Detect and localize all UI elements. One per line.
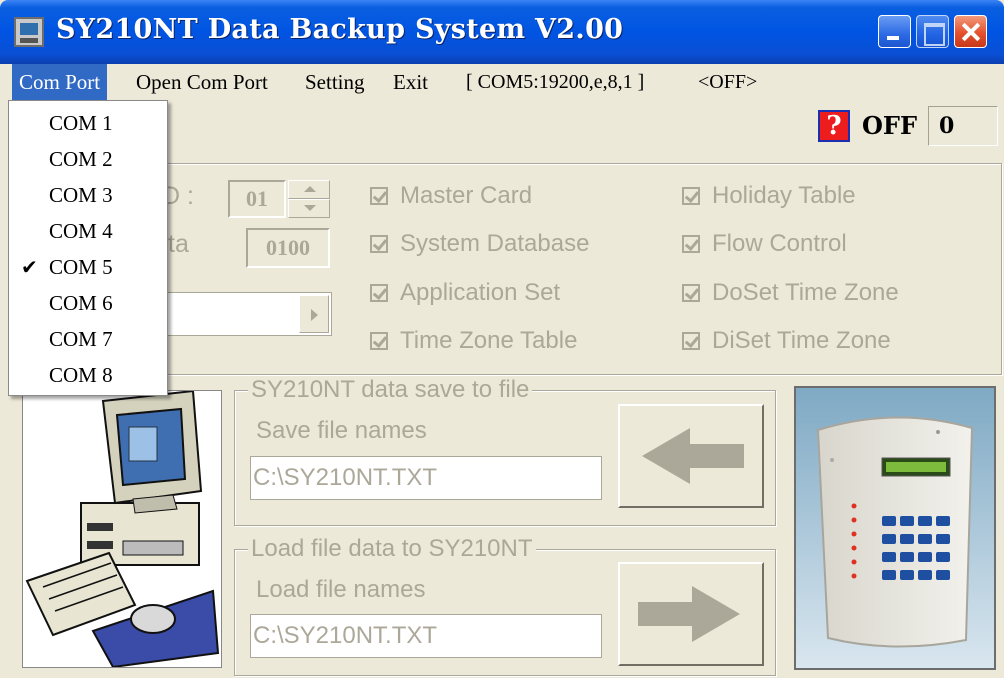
checkbox-label: Holiday Table xyxy=(712,182,856,209)
menu-item-label: COM 2 xyxy=(49,147,113,171)
menu-item-label: COM 3 xyxy=(49,183,113,207)
id-input[interactable]: 01 xyxy=(228,180,286,218)
load-file-input[interactable]: C:\SY210NT.TXT xyxy=(250,614,602,658)
spin-up-button[interactable] xyxy=(288,180,330,199)
checkbox-icon xyxy=(370,284,388,302)
checkbox-label: System Database xyxy=(400,230,590,257)
checkbox-icon xyxy=(682,284,700,302)
menu-bar: Com Port Open Com Port Setting Exit [ CO… xyxy=(0,64,1004,102)
arrow-left-icon xyxy=(642,428,744,484)
save-group-title: SY210NT data save to file xyxy=(248,377,533,403)
help-icon[interactable]: ? xyxy=(818,110,850,142)
checkbox-label: DoSet Time Zone xyxy=(712,279,899,306)
port-settings-status: [ COM5:19200,e,8,1 ] xyxy=(466,71,645,93)
checkbox-master-card[interactable]: Master Card xyxy=(370,180,532,212)
checkbox-application-set[interactable]: Application Set xyxy=(370,277,560,309)
menu-item-com5[interactable]: ✔ COM 5 xyxy=(9,249,167,285)
access-controller-photo xyxy=(794,386,996,670)
checkbox-icon xyxy=(682,187,700,205)
app-icon[interactable] xyxy=(14,17,44,47)
connection-state: OFF xyxy=(862,111,917,140)
load-group-title: Load file data to SY210NT xyxy=(248,536,536,562)
checkbox-label: Time Zone Table xyxy=(400,327,578,354)
menu-open-com-port[interactable]: Open Com Port xyxy=(129,64,275,102)
save-to-file-button[interactable] xyxy=(618,404,764,508)
menu-com-port[interactable]: Com Port xyxy=(12,64,108,102)
menu-item-com8[interactable]: COM 8 xyxy=(9,357,167,393)
load-file-label: Load file names xyxy=(256,576,426,603)
port-state-status: <OFF> xyxy=(698,71,758,93)
menu-item-com4[interactable]: COM 4 xyxy=(9,213,167,249)
menu-item-label: COM 5 xyxy=(49,255,113,279)
close-button[interactable] xyxy=(954,15,987,48)
data-input[interactable]: 0100 xyxy=(246,228,330,268)
checkbox-label: Master Card xyxy=(400,182,533,209)
arrow-right-icon xyxy=(638,586,740,642)
load-to-device-button[interactable] xyxy=(618,562,764,666)
keypad-device-icon xyxy=(796,388,994,668)
checkmark-icon: ✔ xyxy=(21,255,38,279)
title-bar[interactable]: SY210NT Data Backup System V2.00 xyxy=(0,0,1004,64)
computer-illustration xyxy=(22,390,222,668)
checkbox-icon xyxy=(370,332,388,350)
checkbox-holiday-table[interactable]: Holiday Table xyxy=(682,180,856,212)
app-window: SY210NT Data Backup System V2.00 Com Por… xyxy=(0,0,1004,678)
data-label: ta xyxy=(168,230,189,258)
menu-item-label: COM 7 xyxy=(49,327,113,351)
maximize-button[interactable] xyxy=(916,15,949,48)
save-file-label: Save file names xyxy=(256,417,427,444)
menu-item-label: COM 6 xyxy=(49,291,113,315)
id-spinner[interactable] xyxy=(288,180,330,218)
checkbox-icon xyxy=(370,235,388,253)
checkbox-diset-time-zone[interactable]: DiSet Time Zone xyxy=(682,325,891,357)
checkbox-doset-time-zone[interactable]: DoSet Time Zone xyxy=(682,277,899,309)
checkbox-icon xyxy=(682,235,700,253)
checkbox-flow-control[interactable]: Flow Control xyxy=(682,228,847,260)
menu-item-label: COM 4 xyxy=(49,219,113,243)
menu-item-com2[interactable]: COM 2 xyxy=(9,141,167,177)
checkbox-label: DiSet Time Zone xyxy=(712,327,891,354)
menu-item-com7[interactable]: COM 7 xyxy=(9,321,167,357)
counter-display: 0 xyxy=(928,106,998,146)
checkbox-label: Flow Control xyxy=(712,230,847,257)
checkbox-icon xyxy=(370,187,388,205)
checkbox-label: Application Set xyxy=(400,279,561,306)
menu-item-com3[interactable]: COM 3 xyxy=(9,177,167,213)
spin-down-button[interactable] xyxy=(288,199,330,218)
checkbox-time-zone-table[interactable]: Time Zone Table xyxy=(370,325,577,357)
menu-item-label: COM 8 xyxy=(49,363,113,387)
menu-item-com1[interactable]: COM 1 xyxy=(9,105,167,141)
checkbox-system-database[interactable]: System Database xyxy=(370,228,589,260)
menu-item-com6[interactable]: COM 6 xyxy=(9,285,167,321)
computer-icon xyxy=(23,391,221,667)
combo-arrow-icon[interactable] xyxy=(299,295,329,333)
menu-exit[interactable]: Exit xyxy=(386,64,435,102)
menu-setting[interactable]: Setting xyxy=(298,64,372,102)
menu-item-label: COM 1 xyxy=(49,111,113,135)
com-port-dropdown: COM 1 COM 2 COM 3 COM 4 ✔ COM 5 COM 6 COM… xyxy=(8,100,168,396)
checkbox-icon xyxy=(682,332,700,350)
window-title: SY210NT Data Backup System V2.00 xyxy=(56,14,624,45)
minimize-button[interactable] xyxy=(878,15,911,48)
save-file-input[interactable]: C:\SY210NT.TXT xyxy=(250,456,602,500)
